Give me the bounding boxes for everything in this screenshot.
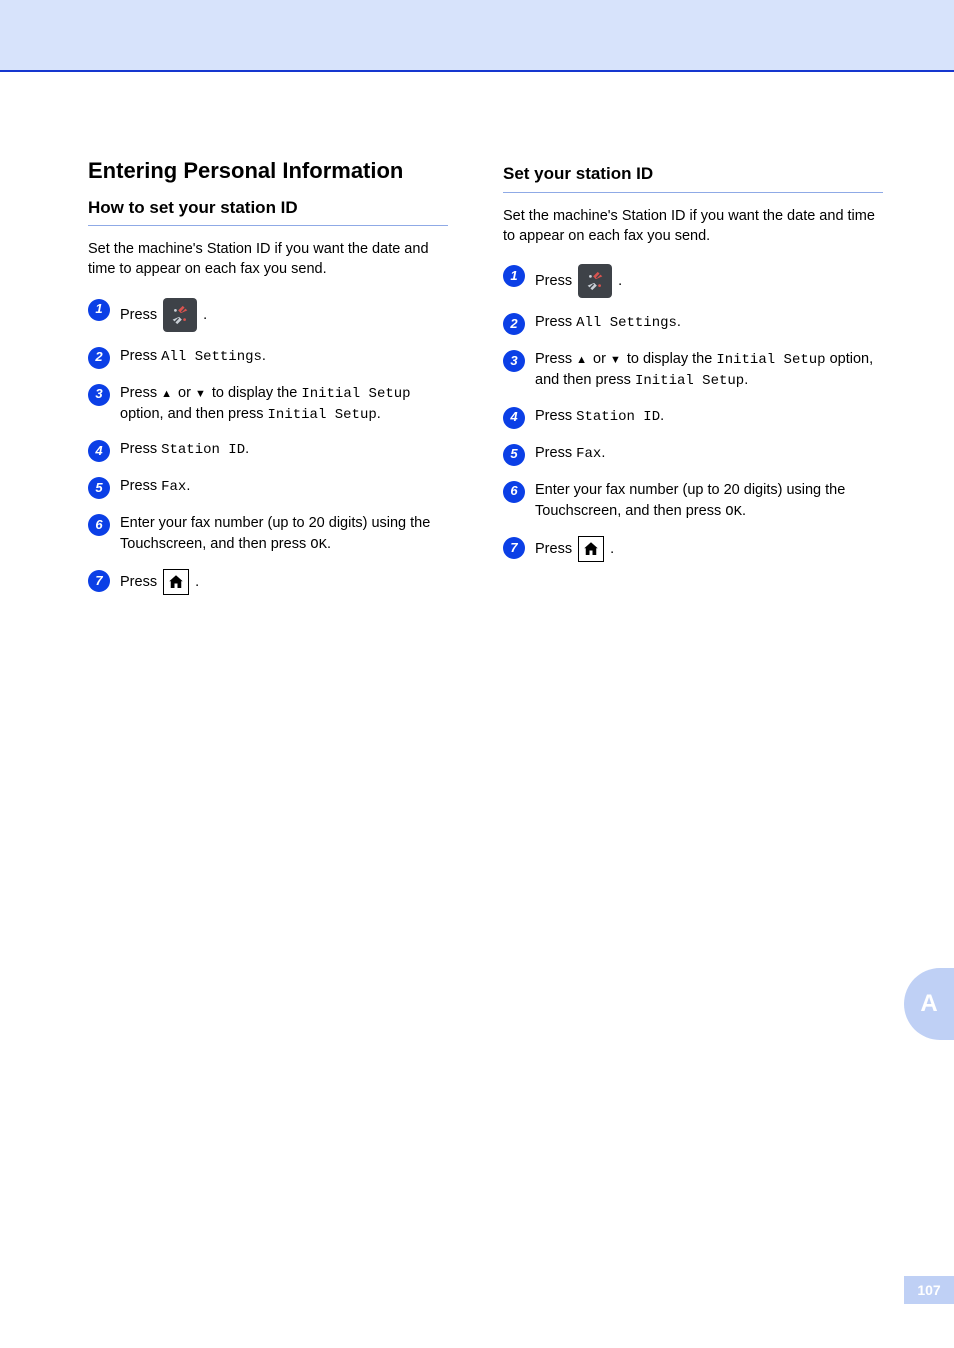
up-arrow-icon: ▲ [161, 388, 174, 400]
step-text: Press . [535, 264, 883, 298]
step: 7 Press . [503, 536, 883, 562]
step-number: 5 [503, 444, 525, 466]
step-number: 1 [88, 299, 110, 321]
step-text: Enter your fax number (up to 20 digits) … [535, 480, 883, 522]
step: 4 Press Station ID. [503, 406, 883, 429]
steps-list-left: 1 Press . 2 Press All Settings. [88, 298, 448, 596]
top-header-bar [0, 0, 954, 72]
step-text: Press ▲ or ▼ to display the Initial Setu… [120, 383, 448, 426]
section-tab: A [904, 968, 954, 1040]
intro-text: Set the machine's Station ID if you want… [503, 207, 883, 246]
step-number: 6 [503, 481, 525, 503]
step: 3 Press ▲ or ▼ to display the Initial Se… [503, 349, 883, 392]
step-number: 7 [88, 570, 110, 592]
subsection-title: How to set your station ID [88, 197, 448, 227]
step-text: Press Station ID. [120, 439, 448, 460]
step-number: 3 [88, 384, 110, 406]
step-text: Press Fax. [120, 476, 448, 497]
step-text: Press Fax. [535, 443, 883, 464]
page-content: Entering Personal Information How to set… [0, 72, 954, 609]
step-number: 2 [88, 347, 110, 369]
left-column: Entering Personal Information How to set… [88, 157, 448, 609]
home-icon [163, 569, 189, 595]
step: 7 Press . [88, 569, 448, 595]
step: 1 Press . [88, 298, 448, 332]
step-text: Press All Settings. [535, 312, 883, 333]
page-number: 107 [904, 1276, 954, 1304]
step-number: 4 [503, 407, 525, 429]
step-text: Press ▲ or ▼ to display the Initial Setu… [535, 349, 883, 392]
settings-icon [578, 264, 612, 298]
section-title: Entering Personal Information [88, 157, 448, 185]
step-number: 7 [503, 537, 525, 559]
subsection-title: Set your station ID [503, 163, 883, 193]
step-number: 5 [88, 477, 110, 499]
step: 5 Press Fax. [503, 443, 883, 466]
step-text: Enter your fax number (up to 20 digits) … [120, 513, 448, 555]
step-text: Press . [535, 536, 883, 562]
down-arrow-icon: ▼ [610, 354, 623, 366]
right-column: Set your station ID Set the machine's St… [503, 157, 883, 609]
intro-text: Set the machine's Station ID if you want… [88, 240, 448, 279]
home-icon [578, 536, 604, 562]
step: 5 Press Fax. [88, 476, 448, 499]
step-text: Press . [120, 569, 448, 595]
step: 6 Enter your fax number (up to 20 digits… [503, 480, 883, 522]
step: 4 Press Station ID. [88, 439, 448, 462]
step-number: 1 [503, 265, 525, 287]
steps-list-right: 1 Press . 2 Press All Settings. [503, 264, 883, 562]
step: 3 Press ▲ or ▼ to display the Initial Se… [88, 383, 448, 426]
step-text: Press Station ID. [535, 406, 883, 427]
step-number: 4 [88, 440, 110, 462]
step: 2 Press All Settings. [503, 312, 883, 335]
step: 6 Enter your fax number (up to 20 digits… [88, 513, 448, 555]
step-number: 6 [88, 514, 110, 536]
step-text: Press . [120, 298, 448, 332]
settings-icon [163, 298, 197, 332]
step-text: Press All Settings. [120, 346, 448, 367]
step: 2 Press All Settings. [88, 346, 448, 369]
up-arrow-icon: ▲ [576, 354, 589, 366]
down-arrow-icon: ▼ [195, 388, 208, 400]
step: 1 Press . [503, 264, 883, 298]
step-number: 3 [503, 350, 525, 372]
step-number: 2 [503, 313, 525, 335]
